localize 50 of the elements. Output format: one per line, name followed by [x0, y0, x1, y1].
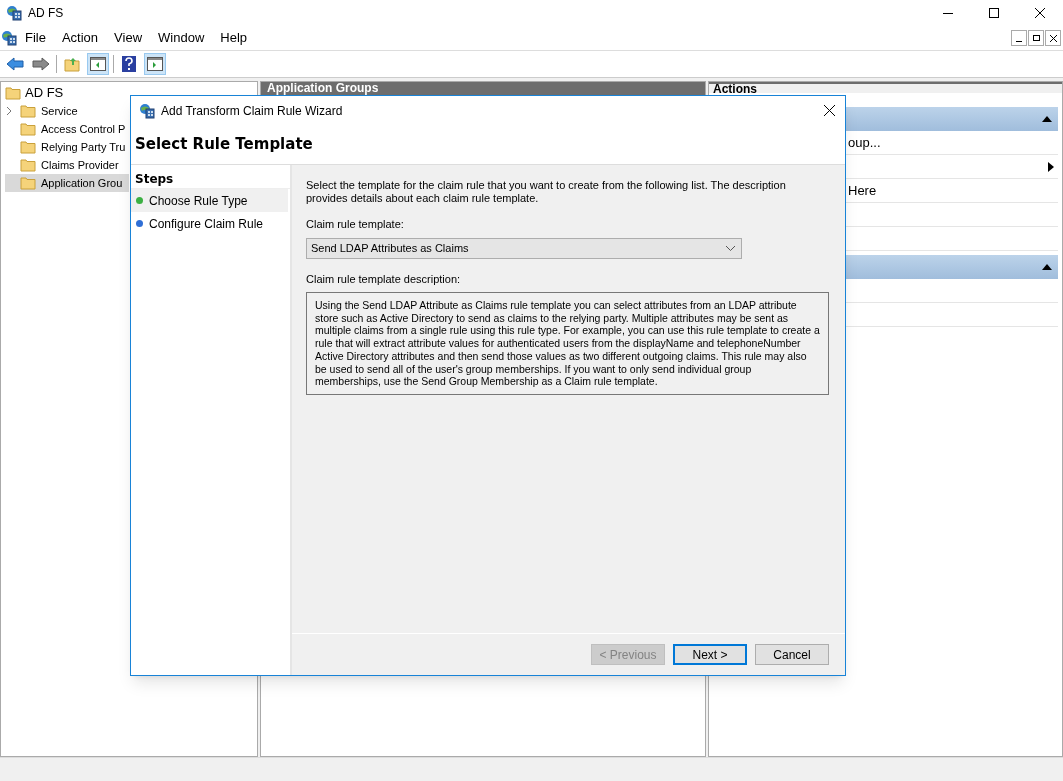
tree-label: Relying Party Tru [41, 139, 126, 155]
dialog-button[interactable]: Cancel [755, 644, 829, 665]
pane-header: Actions [709, 82, 1062, 93]
collapse-icon[interactable] [1042, 116, 1052, 122]
action-link[interactable]: Here [848, 180, 877, 201]
tree-item[interactable]: AD FS [25, 83, 64, 103]
restore-icon[interactable] [1028, 30, 1044, 46]
chevron-right-icon[interactable] [5, 106, 13, 116]
field-label: Claim rule template: [306, 217, 405, 232]
field-label: Claim rule template description: [306, 271, 462, 287]
folder-icon [20, 140, 36, 154]
app-icon [6, 5, 22, 21]
dialog-heading: Select Rule Template [135, 134, 313, 156]
pane-header: Application Groups [261, 82, 705, 95]
template-dropdown[interactable]: Send LDAP Attributes as Claims [306, 237, 742, 259]
close-icon[interactable] [824, 105, 835, 116]
menu-item[interactable]: Action [53, 28, 107, 48]
submenu-arrow-icon[interactable] [1048, 161, 1054, 172]
tree-item[interactable]: Service [5, 102, 129, 120]
tree-item[interactable]: Access Control P [5, 120, 129, 138]
menu-item[interactable]: Window [150, 28, 213, 48]
menu-item[interactable]: File [17, 28, 54, 48]
description-box: Using the Send LDAP Attribute as Claims rule template you can select attributes from an LDAP attribute store such as Active Directory to send as claims to the relying party. Multiple attributes may be sent as multiple claims from a single rule using this rule type. For example, you can use this rule template to create a rule that will extract attribute values for authenticated users from the displayName and telephoneNumber Active Directory attributes and then send those values as two different outgoing claims. This rule may also be used to send all of the user's group memberships. If you want to only send individual group memberships, use the Send Group Membership as a Claim rule template. [306, 292, 829, 395]
app-icon [1, 30, 17, 46]
action-link[interactable]: oup... [848, 132, 881, 153]
close-icon[interactable] [1045, 30, 1061, 46]
tree-item[interactable]: Application Grou [5, 174, 129, 192]
folder-icon [20, 122, 36, 136]
dialog-button[interactable]: Next > [673, 644, 747, 665]
tree-item[interactable]: Relying Party Tru [5, 138, 129, 156]
folder-icon [20, 158, 36, 172]
folder-icon [20, 104, 36, 118]
tree-label: Service [41, 103, 78, 119]
chevron-down-icon [726, 245, 735, 251]
tree-label: Access Control P [41, 121, 126, 137]
menu-item[interactable]: View [106, 28, 151, 48]
minimize-icon[interactable] [1011, 30, 1027, 46]
folder-icon [20, 176, 36, 190]
tree-item[interactable]: Claims Provider [5, 156, 129, 174]
tree-label: Claims Provider [41, 157, 119, 173]
window-title: AD FS [28, 5, 64, 22]
tree-label: Application Grou [41, 175, 123, 191]
folder-icon [5, 86, 21, 100]
collapse-icon[interactable] [1042, 264, 1052, 270]
dialog-title: Add Transform Claim Rule Wizard [161, 102, 343, 120]
wizard-step[interactable]: Choose Rule Type [131, 189, 288, 212]
wizard-step[interactable]: Configure Claim Rule [131, 212, 288, 235]
app-icon [139, 102, 155, 119]
menu-item[interactable]: Help [212, 28, 256, 48]
intro-text: Select the template for the claim rule that you want to create from the following list. The description provides details about each claim rule template. [306, 179, 787, 205]
